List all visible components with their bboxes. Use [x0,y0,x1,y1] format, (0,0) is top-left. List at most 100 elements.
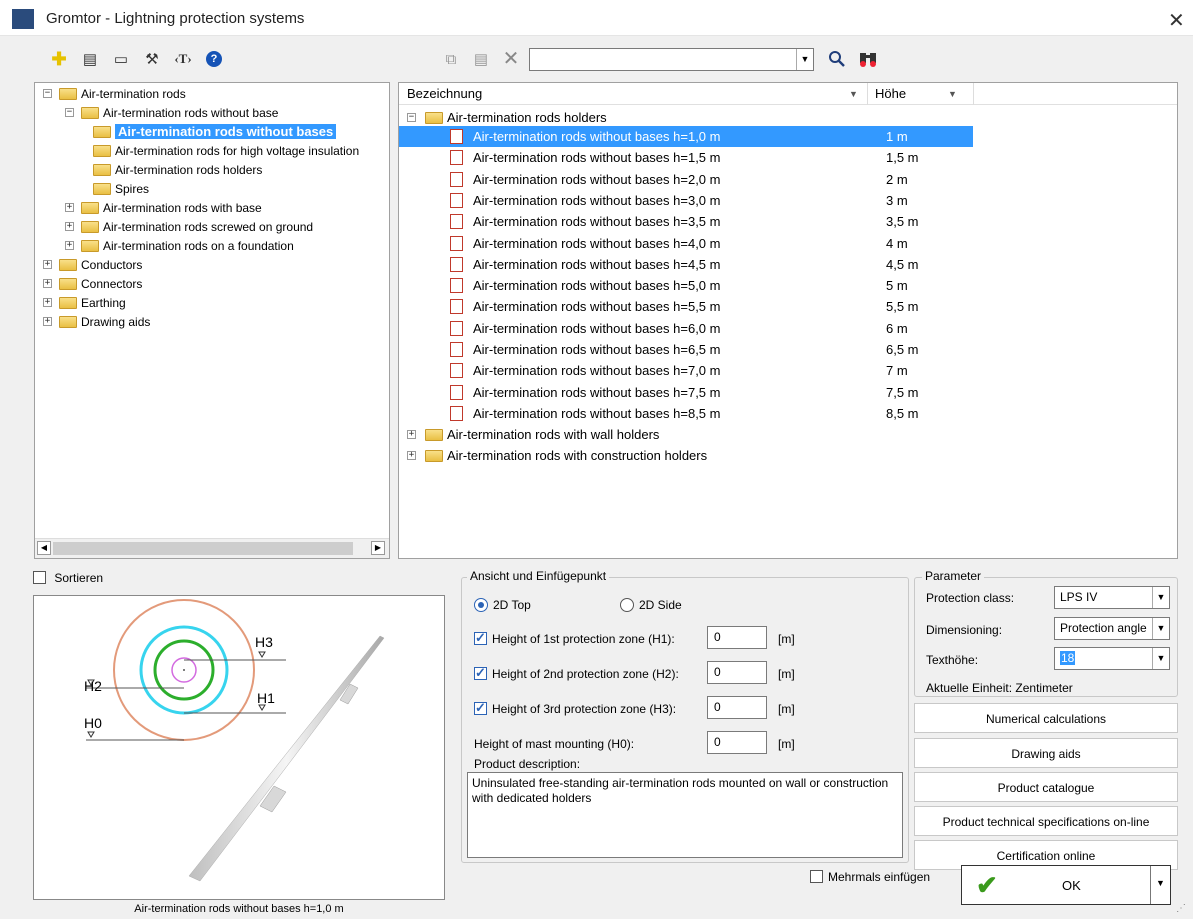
texthoehe-select[interactable]: 18 ▼ [1054,647,1170,670]
h2-field[interactable]: 0 [707,661,767,684]
texthoehe-dropdown-icon[interactable]: ▼ [1152,648,1169,669]
list-item[interactable]: Air-termination rods without bases h=6,0… [399,318,973,339]
resize-grip-icon[interactable]: ⋰ [1176,903,1186,914]
list-group-row[interactable]: + Air-termination rods with wall holders [399,424,973,445]
h3-checkbox[interactable]: Height of 3rd protection zone (H3): [474,700,676,716]
list-group-row[interactable]: + Air-termination rods with construction … [399,445,973,466]
mehrmals-checkbox[interactable]: Mehrmals einfügen [810,870,930,884]
search-input[interactable]: ▼ [529,48,814,71]
name-filter-icon[interactable]: ▼ [849,83,858,105]
app-icon [12,9,34,29]
expand-icon[interactable]: + [65,222,74,231]
tree-horizontal-scrollbar[interactable]: ◀ ▶ [35,538,389,558]
rod-item-icon [450,363,463,379]
properties-icon[interactable]: ▤ [79,48,101,70]
document-icon[interactable]: ▭ [110,48,132,70]
tree-item-label: Earthing [81,296,126,310]
folder-icon [93,126,111,138]
expand-icon[interactable]: + [43,279,52,288]
list-item[interactable]: Air-termination rods without bases h=3,0… [399,190,973,211]
h1-checkbox[interactable]: Height of 1st protection zone (H1): [474,630,675,646]
expand-icon[interactable]: + [407,430,416,440]
list-item[interactable]: Air-termination rods without bases h=4,5… [399,254,973,275]
list-item[interactable]: Air-termination rods without bases h=7,0… [399,360,973,381]
ok-button[interactable]: ✔ OK ▼ [961,865,1171,905]
expand-icon[interactable]: + [65,203,74,212]
column-header-height[interactable]: Höhe [875,83,906,105]
h0-field[interactable]: 0 [707,731,767,754]
list-group-row[interactable]: − Air-termination rods holders [399,107,973,128]
rod-item-icon [450,214,463,230]
expand-icon[interactable]: + [407,451,416,461]
h2-label: H2 [84,678,102,694]
tree-item-label: Air-termination rods holders [115,163,263,177]
list-item[interactable]: Air-termination rods without bases h=4,0… [399,233,973,254]
help-icon[interactable]: ? [203,48,225,70]
protection-class-dropdown-icon[interactable]: ▼ [1152,587,1169,608]
add-icon[interactable]: ✚ [48,48,70,70]
protection-class-select[interactable]: LPS IV ▼ [1054,586,1170,609]
search-icon[interactable] [826,48,848,70]
collapse-icon[interactable]: − [65,108,74,117]
product-catalogue-button[interactable]: Product catalogue [914,772,1178,802]
copy-icon[interactable]: ⧉ [440,48,462,70]
tools-icon[interactable]: ⚒ [141,48,163,70]
dimensioning-select[interactable]: Protection angle ▼ [1054,617,1170,640]
list-group-label: Air-termination rods with construction h… [447,448,708,464]
sort-checkbox-box[interactable] [33,571,46,584]
rod-item-icon [450,320,463,336]
rod-item-icon [450,129,463,144]
expand-icon[interactable]: + [43,298,52,307]
scroll-thumb[interactable] [53,542,353,555]
sort-label: Sortieren [54,571,104,585]
close-icon[interactable]: ✕ [1168,8,1185,33]
product-specs-button[interactable]: Product technical specifications on-line [914,806,1178,836]
h3-field[interactable]: 0 [707,696,767,719]
scroll-right-icon[interactable]: ▶ [371,541,385,555]
collapse-icon[interactable]: − [407,113,416,122]
texthoehe-label: Texthöhe: [926,653,979,667]
list-item[interactable]: Air-termination rods without bases h=6,5… [399,339,973,360]
sort-checkbox[interactable]: Sortieren [33,571,103,585]
column-header-name[interactable]: Bezeichnung [407,83,482,105]
protection-class-label: Protection class: [926,591,1015,605]
list-item[interactable]: Air-termination rods without bases h=8,5… [399,403,973,424]
collapse-icon[interactable]: − [43,89,52,98]
list-header: Bezeichnung ▼ Höhe ▼ [399,83,1177,105]
product-list[interactable]: Bezeichnung ▼ Höhe ▼ − Air-termination ro… [398,82,1178,559]
list-item-name: Air-termination rods without bases h=5,0… [473,278,721,294]
drawing-aids-button[interactable]: Drawing aids [914,738,1178,768]
binoculars-icon[interactable] [857,48,879,70]
product-description-text[interactable]: Uninsulated free-standing air-terminatio… [467,772,903,858]
rod-item-icon [450,384,463,400]
search-dropdown-icon[interactable]: ▼ [796,49,813,70]
radio-2d-side[interactable]: 2D Side [620,598,682,612]
scroll-left-icon[interactable]: ◀ [37,541,51,555]
h1-field[interactable]: 0 [707,626,767,649]
list-item[interactable]: Air-termination rods without bases h=2,0… [399,169,973,190]
dimensioning-dropdown-icon[interactable]: ▼ [1152,618,1169,639]
tree-item-label: Drawing aids [81,315,151,329]
text-icon[interactable]: ‹T› [172,48,194,70]
expand-icon[interactable]: + [43,317,52,326]
list-item[interactable]: Air-termination rods without bases h=5,5… [399,296,973,317]
list-item[interactable]: Air-termination rods without bases h=7,5… [399,382,973,403]
list-item[interactable]: Air-termination rods without bases h=1,0… [399,126,973,147]
list-item[interactable]: Air-termination rods without bases h=3,5… [399,211,973,232]
list-item[interactable]: Air-termination rods without bases h=5,0… [399,275,973,296]
h2-checkbox[interactable]: Height of 2nd protection zone (H2): [474,665,679,681]
list-item-name: Air-termination rods without bases h=3,5… [473,214,721,230]
expand-icon[interactable]: + [43,260,52,269]
product-description-label: Product description: [474,757,581,771]
delete-icon[interactable]: ✕ [500,47,522,70]
numerical-calculations-button[interactable]: Numerical calculations [914,703,1178,733]
list-item[interactable]: Air-termination rods without bases h=1,5… [399,147,973,168]
list-icon[interactable]: ▤ [470,48,492,70]
tree-item-label: Conductors [81,258,143,272]
category-tree[interactable]: − Air-termination rods − Air-termination ro… [34,82,390,559]
expand-icon[interactable]: + [65,241,74,250]
ok-dropdown-icon[interactable]: ▼ [1156,878,1165,888]
radio-2d-top[interactable]: 2D Top [474,598,531,612]
list-item-height: 7 m [886,363,908,379]
height-filter-icon[interactable]: ▼ [948,83,957,105]
